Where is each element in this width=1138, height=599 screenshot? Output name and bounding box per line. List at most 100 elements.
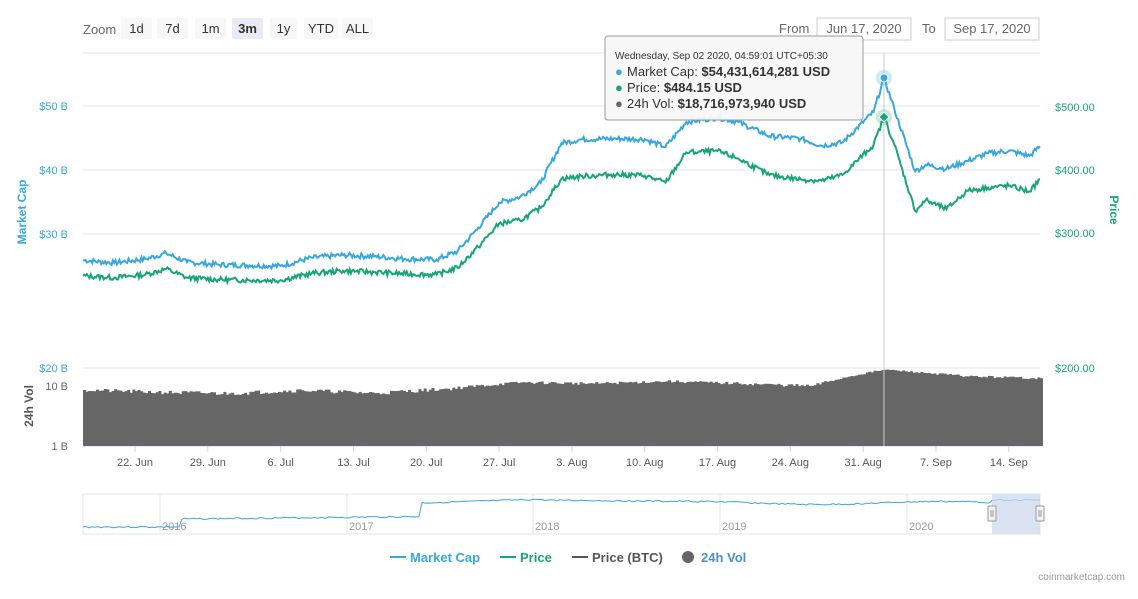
volume-bar (262, 393, 266, 446)
volume-bar (855, 375, 859, 446)
volume-bar (894, 370, 898, 446)
volume-bar (858, 374, 861, 446)
volume-bar (88, 391, 92, 446)
volume-bar (790, 384, 794, 446)
volume-bar (441, 389, 445, 446)
navigator-handle-left[interactable] (987, 505, 997, 522)
volume-bar (668, 380, 672, 446)
volume-bar (587, 383, 591, 446)
volume-bar (941, 373, 945, 446)
volume-bar (738, 383, 742, 446)
volume-bar (148, 391, 151, 446)
legend-item-price-btc[interactable]: Price (BTC) (572, 550, 663, 565)
volume-bar (379, 394, 383, 446)
legend-item-market-cap[interactable]: Market Cap (390, 550, 480, 565)
volume-bar (616, 384, 620, 446)
navigator[interactable]: 2016 2017 2018 2019 2020 (82, 493, 1045, 535)
volume-bar (873, 370, 877, 446)
volume-bar (285, 392, 289, 446)
volume-bar (340, 391, 344, 446)
navigator-selection[interactable] (992, 494, 1040, 534)
volume-bar (150, 392, 154, 446)
volume-bar (1003, 376, 1007, 446)
volume-bar (959, 375, 963, 446)
volume-bar (506, 382, 510, 446)
volume-bar (730, 383, 734, 446)
volume-bar (122, 391, 125, 446)
volume-bar (980, 377, 984, 446)
volume-bar (488, 385, 492, 446)
volume-bar (93, 391, 97, 446)
volume-bar (751, 385, 755, 446)
volume-bar (733, 382, 737, 446)
volume-bar (171, 393, 175, 446)
zoom-controls: Zoom 1d 7d 1m 3m 1y YTD ALL (83, 18, 373, 39)
volume-bar (392, 391, 396, 446)
volume-bar (473, 386, 477, 446)
volume-bar (504, 382, 508, 446)
volume-tick-labels: 10 B 1 B (45, 381, 68, 453)
volume-bar (135, 391, 138, 446)
volume-bar (545, 384, 549, 446)
volume-bar (946, 374, 950, 446)
volume-bar (886, 369, 890, 446)
volume-bar (686, 382, 690, 446)
volume-bar (439, 389, 443, 446)
volume-bar (457, 386, 461, 446)
volume-bar (621, 382, 625, 446)
volume-bar (772, 384, 776, 446)
volume-bar (218, 394, 222, 446)
volume-bar (202, 393, 206, 446)
legend-item-24h-vol[interactable]: 24h Vol (682, 550, 746, 565)
navigator-handle-right[interactable] (1035, 505, 1045, 522)
volume-bar (530, 382, 534, 446)
volume-bar (605, 382, 609, 446)
volume-bar (176, 392, 180, 446)
volume-bar (816, 383, 820, 446)
volume-bar (470, 385, 474, 446)
volume-bar (938, 373, 942, 446)
volume-bar (865, 372, 869, 446)
volume-bar (691, 381, 695, 446)
volume-bar (727, 384, 731, 446)
market-cap-axis-title: Market Cap (15, 180, 29, 245)
market-cap-tick-labels: $50 B $40 B $30 B $20 B (39, 101, 68, 375)
volume-bar (361, 393, 365, 446)
volume-bar (413, 392, 417, 446)
volume-bar (491, 385, 495, 446)
volume-bar (246, 394, 250, 446)
volume-bar (709, 381, 713, 446)
volume-bar (665, 381, 669, 446)
volume-bar (655, 381, 659, 446)
volume-bar (543, 384, 547, 446)
volume-bar (163, 392, 167, 446)
volume-bar (943, 373, 947, 446)
x-tick-label: 29. Jun (190, 457, 226, 469)
volume-bar (819, 384, 822, 446)
volume-bar (343, 390, 347, 446)
volume-bar (410, 392, 414, 446)
volume-bar (129, 392, 133, 446)
volume-bar (1001, 378, 1004, 446)
credit-text[interactable]: coinmarketcap.com (1038, 572, 1125, 583)
volume-bar (415, 392, 419, 446)
volume-bar (657, 381, 661, 446)
volume-bar (324, 389, 328, 446)
volume-bar (288, 390, 292, 446)
volume-bar (618, 381, 622, 446)
volume-bar (330, 392, 334, 446)
volume-bar (990, 376, 994, 446)
tooltip-row: Price: $484.15 USD (627, 80, 742, 95)
volume-bar (525, 382, 529, 446)
volume-bar (319, 389, 323, 446)
volume-bar (837, 379, 841, 446)
volume-bar (418, 389, 422, 446)
volume-bar (639, 383, 643, 446)
volume-bar (551, 382, 555, 446)
volume-bar (371, 392, 375, 446)
volume-bar (936, 374, 939, 446)
legend-item-price[interactable]: Price (500, 550, 552, 565)
volume-bar (168, 390, 172, 446)
volume-bar (920, 371, 924, 446)
volume-bar (348, 391, 352, 446)
